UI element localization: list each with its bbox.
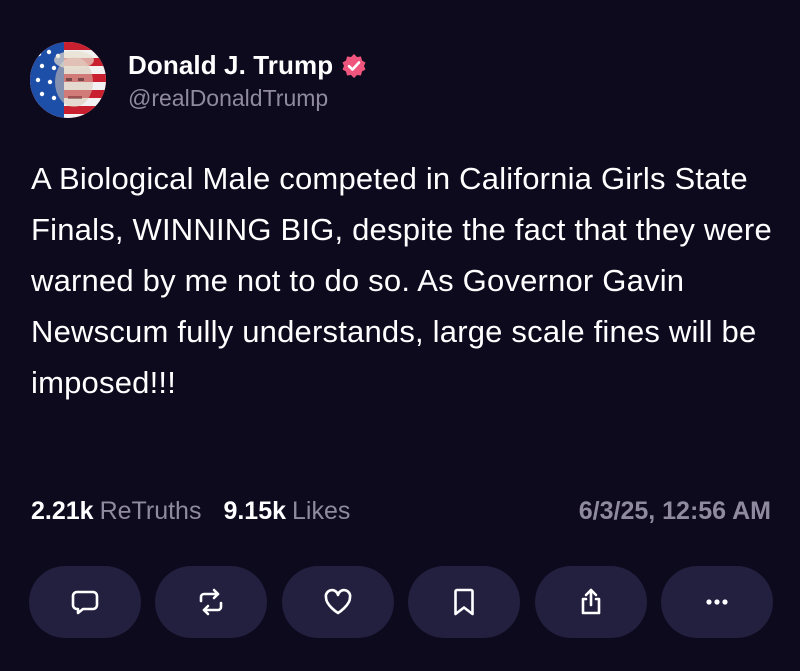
post-header: Donald J. Trump @realDonaldTrump: [30, 42, 367, 118]
like-button[interactable]: [281, 566, 394, 638]
bookmark-icon: [454, 588, 474, 616]
verified-badge-icon: [341, 53, 367, 79]
retruths-count: 2.21k: [31, 496, 94, 525]
reply-button[interactable]: [29, 566, 141, 638]
more-button[interactable]: [660, 566, 773, 638]
name-row: Donald J. Trump: [128, 49, 367, 83]
author-names: Donald J. Trump @realDonaldTrump: [128, 49, 367, 112]
likes-label: Likes: [292, 496, 351, 525]
author-display-name[interactable]: Donald J. Trump: [128, 50, 333, 81]
avatar[interactable]: [30, 42, 106, 118]
retruths-stat[interactable]: 2.21k ReTruths: [31, 497, 201, 526]
more-icon: [706, 599, 728, 605]
retruth-button[interactable]: [155, 566, 268, 638]
like-icon: [324, 588, 352, 615]
post-stats: 2.21k ReTruths 9.15k Likes 6/3/25, 12:56…: [31, 494, 771, 528]
bookmark-button[interactable]: [408, 566, 521, 638]
post-timestamp: 6/3/25, 12:56 AM: [578, 496, 771, 525]
action-bar: [29, 566, 773, 638]
likes-count: 9.15k: [223, 496, 287, 525]
post-card: Donald J. Trump @realDonaldTrump A Biolo…: [0, 0, 800, 671]
post-text: A Biological Male competed in California…: [31, 161, 772, 400]
retruth-icon: [200, 588, 223, 616]
share-button[interactable]: [534, 566, 647, 638]
author-handle[interactable]: @realDonaldTrump: [128, 85, 367, 112]
avatar-image: [30, 42, 106, 118]
likes-stat[interactable]: 9.15k Likes: [223, 497, 350, 526]
reply-icon: [71, 590, 99, 615]
retruths-label: ReTruths: [99, 496, 202, 525]
share-icon: [581, 588, 600, 615]
